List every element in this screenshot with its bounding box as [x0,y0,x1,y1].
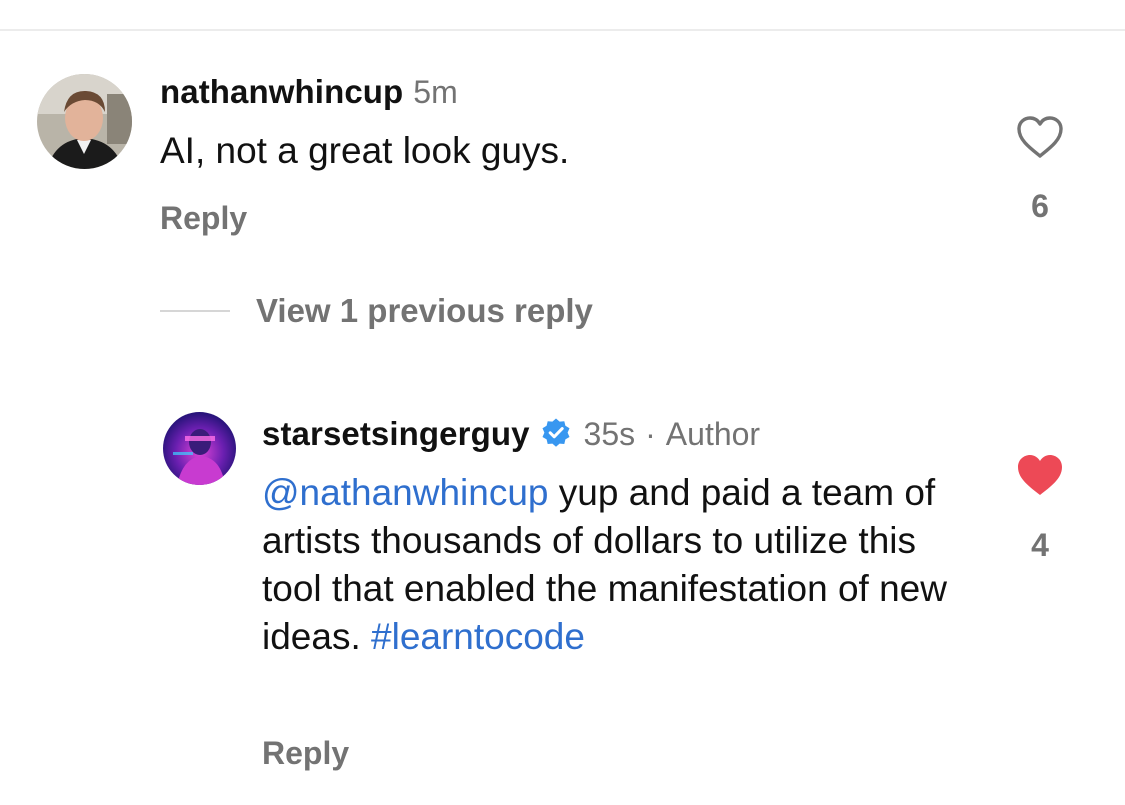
like-count: 4 [1031,527,1049,563]
reply-button[interactable]: Reply [160,200,247,237]
view-previous-replies[interactable]: View 1 previous reply [160,292,593,330]
like-count: 6 [1031,188,1049,224]
view-replies-label: View 1 previous reply [256,292,593,329]
comment-username[interactable]: nathanwhincup [160,73,403,111]
separator-dot: · [645,416,656,452]
reply-username[interactable]: starsetsingerguy [262,415,530,453]
reply-header: starsetsingerguy 35s · Author [262,413,760,453]
mention-link[interactable]: @nathanwhincup [262,472,548,513]
avatar-starsetsingerguy[interactable] [163,412,236,485]
comment-header: nathanwhincup 5m [160,73,458,111]
author-label: Author [665,416,761,452]
reply-text: @nathanwhincup yup and paid a team of ar… [262,469,982,661]
comments-panel: nathanwhincup 5m AI, not a great look gu… [0,0,1125,805]
like-button-liked[interactable] [1016,453,1064,497]
comment-timestamp: 5m [413,74,458,110]
avatar-nathanwhincup[interactable] [37,74,132,169]
verified-badge-icon [540,417,572,454]
comment-text: AI, not a great look guys. [160,130,570,171]
heart-filled-icon [1018,455,1062,495]
hashtag-link[interactable]: #learntocode [371,616,585,657]
avatar-image [37,74,132,169]
reply-timestamp: 35s [583,416,636,452]
top-divider [0,29,1125,31]
heart-outline-icon [1017,116,1063,158]
thread-line [160,310,230,312]
reply-button[interactable]: Reply [262,735,349,772]
avatar-image [163,412,236,485]
like-button[interactable] [1016,115,1064,159]
